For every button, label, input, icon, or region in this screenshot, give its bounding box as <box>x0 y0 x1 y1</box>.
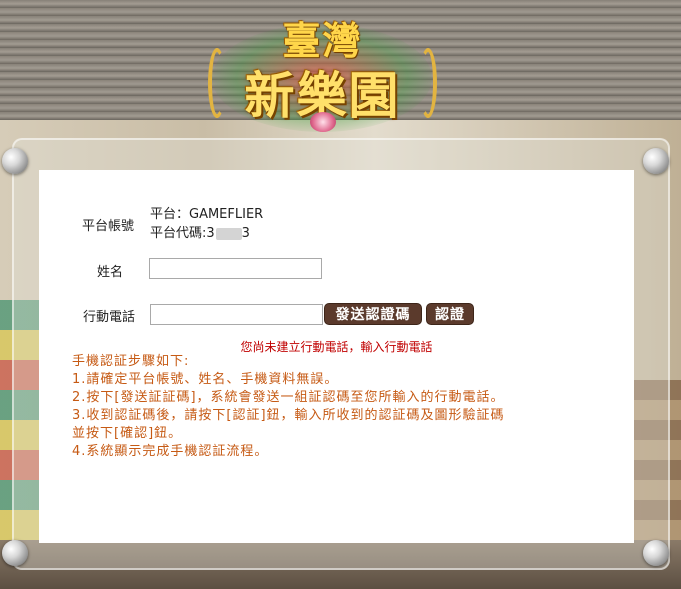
game-logo: 臺灣 新樂園 <box>200 4 445 140</box>
name-label: 姓名 <box>97 265 124 280</box>
platform-name: 平台：GAMEFLIER <box>150 207 264 222</box>
steps-title: 手機認証步驟如下: <box>72 354 190 369</box>
step-item-4: 4.系統顯示完成手機認証流程。 <box>72 444 269 459</box>
verification-panel: 平台帳號 平台：GAMEFLIER 平台代碼:3 3 姓名 行動電話 發送認證碼 … <box>39 170 634 543</box>
logo-flower-icon <box>310 112 336 132</box>
platform-code: 平台代碼:3 3 <box>150 225 250 242</box>
phone-label: 行動電話 <box>83 310 136 325</box>
step-item-3: 3.收到認証碼後，請按下[認証]鈕，輸入所收到的認証碼及圖形驗証碼 <box>72 408 505 423</box>
send-code-button[interactable]: 發送認證碼 <box>324 303 422 325</box>
platform-code-masked <box>215 227 242 240</box>
rivet-top-right-icon <box>643 148 669 174</box>
rivet-top-left-icon <box>2 148 28 174</box>
platform-account-label: 平台帳號 <box>82 219 135 234</box>
verification-steps: 手機認証步驟如下: 1.請確定平台帳號、姓名、手機資料無誤。 2.按下[發送証証… <box>72 353 612 461</box>
step-item-1: 1.請確定平台帳號、姓名、手機資料無誤。 <box>72 372 339 387</box>
platform-code-suffix: 3 <box>241 226 250 241</box>
platform-code-prefix: 平台代碼:3 <box>150 226 215 241</box>
name-input[interactable] <box>149 258 322 279</box>
phone-input[interactable] <box>150 304 323 325</box>
step-item-3-continued: 並按下[確認]鈕。 <box>72 426 183 441</box>
verify-button[interactable]: 認證 <box>426 303 474 325</box>
rivet-bottom-left-icon <box>2 540 28 566</box>
step-item-2: 2.按下[發送証証碼]，系統會發送一組証認碼至您所輸入的行動電話。 <box>72 390 505 405</box>
rivet-bottom-right-icon <box>643 540 669 566</box>
